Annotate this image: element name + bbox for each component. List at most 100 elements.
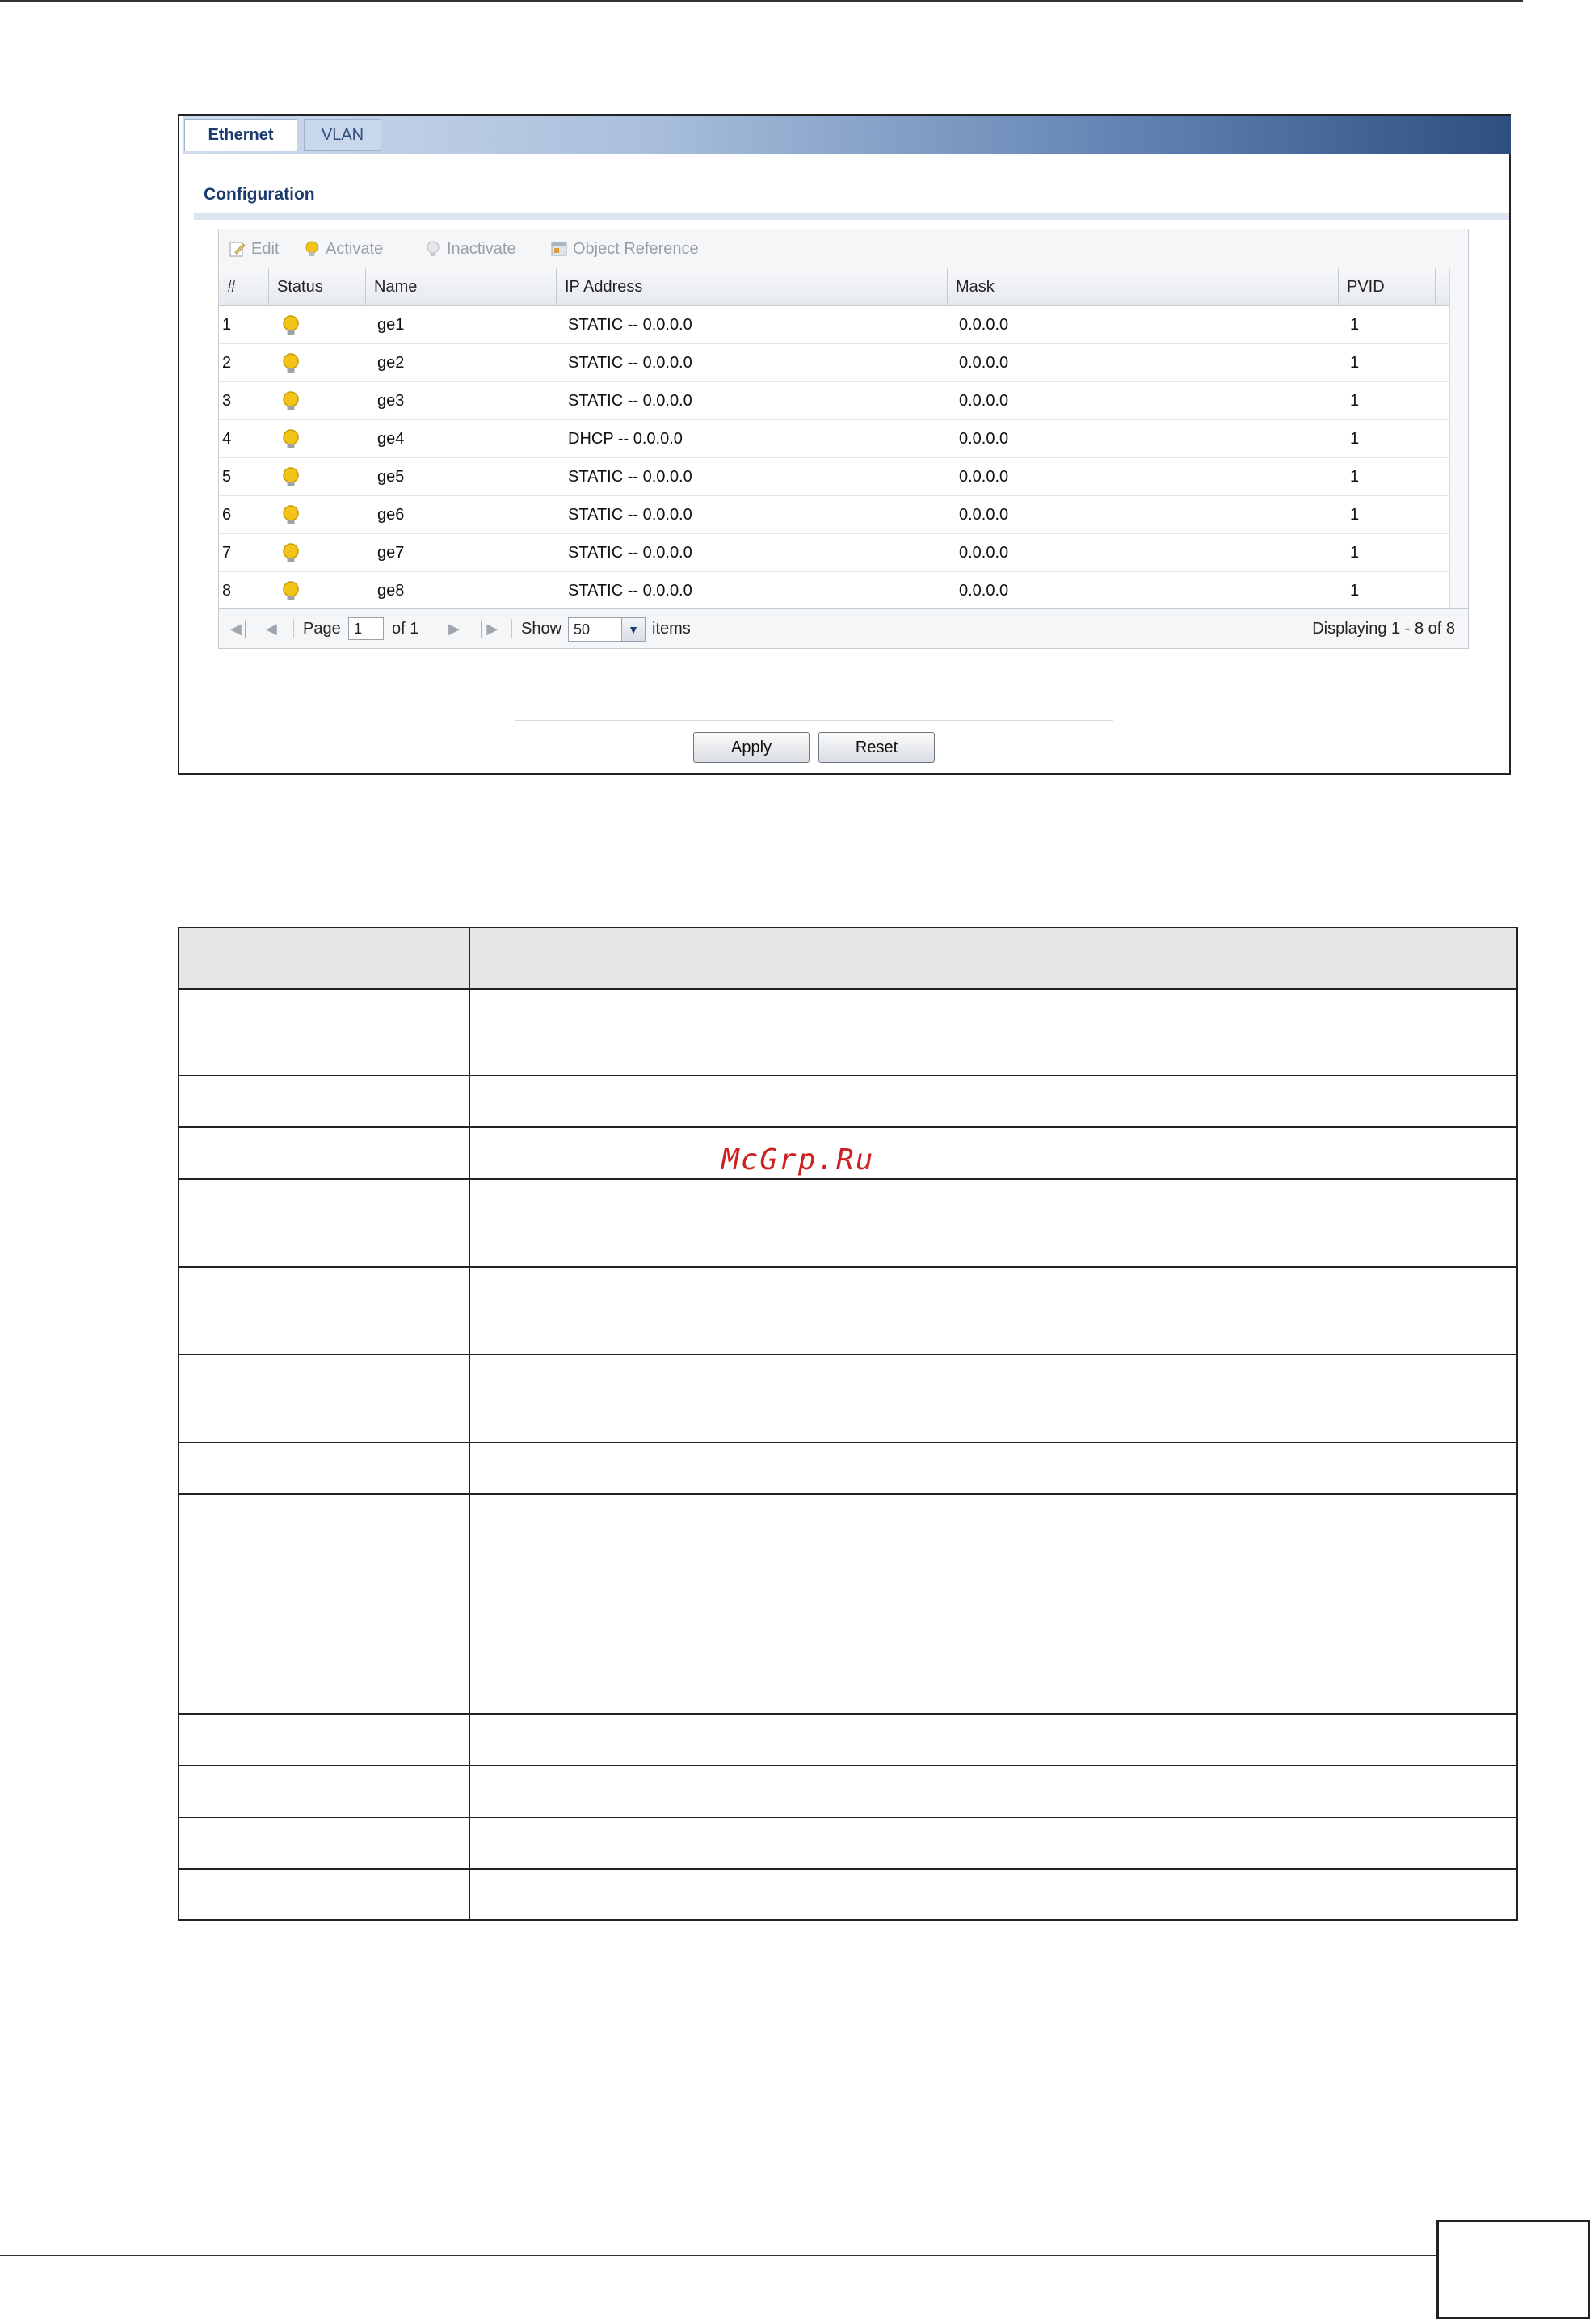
column-header-name[interactable]: Name: [366, 268, 557, 305]
status-lightbulb-icon: [283, 467, 299, 486]
status-lightbulb-icon: [283, 391, 299, 410]
row-pvid: 1: [1350, 544, 1360, 562]
pager-separator: [511, 619, 512, 638]
row-name: ge4: [377, 430, 405, 448]
column-header-ip-address[interactable]: IP Address: [557, 268, 948, 305]
row-number: 6: [222, 506, 232, 524]
page-top-rule: [0, 0, 1523, 2]
page-bottom-rule: [0, 2255, 1436, 2256]
row-divider: [179, 1868, 1516, 1870]
row-mask: 0.0.0.0: [959, 354, 1009, 372]
lightbulb-off-icon: [427, 241, 440, 256]
column-header-mask[interactable]: Mask: [948, 268, 1339, 305]
status-lightbulb-icon: [283, 505, 299, 524]
table-row[interactable]: 7 ge7 STATIC -- 0.0.0.0 0.0.0.0 1: [219, 534, 1450, 572]
page-label: Page: [303, 620, 341, 638]
status-lightbulb-icon: [283, 353, 299, 373]
inactivate-button[interactable]: Inactivate: [424, 229, 516, 268]
row-divider: [179, 1765, 1516, 1766]
chevron-down-icon[interactable]: ▼: [621, 618, 645, 641]
grid-rows: 1 ge1 STATIC -- 0.0.0.0 0.0.0.0 1 2 ge2 …: [219, 306, 1450, 610]
row-ip-address: STATIC -- 0.0.0.0: [568, 468, 692, 486]
table-row[interactable]: 5 ge5 STATIC -- 0.0.0.0 0.0.0.0 1: [219, 458, 1450, 496]
row-mask: 0.0.0.0: [959, 392, 1009, 410]
reset-button[interactable]: Reset: [818, 732, 935, 763]
activate-button[interactable]: Activate: [303, 229, 383, 268]
status-lightbulb-icon: [283, 315, 299, 335]
tab-vlan[interactable]: VLAN: [304, 119, 381, 151]
row-pvid: 1: [1350, 316, 1360, 334]
grid-header: # Status Name IP Address Mask PVID: [219, 268, 1450, 306]
table-row[interactable]: 4 ge4 DHCP -- 0.0.0.0 0.0.0.0 1: [219, 420, 1450, 458]
row-ip-address: STATIC -- 0.0.0.0: [568, 544, 692, 562]
row-pvid: 1: [1350, 354, 1360, 372]
row-mask: 0.0.0.0: [959, 544, 1009, 562]
apply-button[interactable]: Apply: [693, 732, 810, 763]
tab-bar: Ethernet VLAN: [183, 116, 1511, 154]
row-pvid: 1: [1350, 582, 1360, 600]
table-row[interactable]: 3 ge3 STATIC -- 0.0.0.0 0.0.0.0 1: [219, 382, 1450, 420]
previous-page-icon[interactable]: ◀: [266, 609, 277, 648]
row-ip-address: STATIC -- 0.0.0.0: [568, 506, 692, 524]
edit-label: Edit: [251, 240, 280, 258]
next-page-icon[interactable]: ▶: [448, 609, 460, 648]
row-mask: 0.0.0.0: [959, 468, 1009, 486]
row-pvid: 1: [1350, 392, 1360, 410]
row-divider: [179, 1442, 1516, 1443]
table-row[interactable]: 1 ge1 STATIC -- 0.0.0.0 0.0.0.0 1: [219, 306, 1450, 344]
object-reference-button[interactable]: Object Reference: [550, 229, 699, 268]
row-pvid: 1: [1350, 506, 1360, 524]
items-per-page-select[interactable]: 50 ▼: [568, 617, 646, 642]
page-number-input[interactable]: 1: [348, 617, 384, 640]
row-number: 3: [222, 392, 232, 410]
row-number: 4: [222, 430, 232, 448]
status-lightbulb-icon: [283, 543, 299, 562]
ethernet-config-panel: Ethernet VLAN Configuration Edit Activat…: [178, 114, 1511, 775]
interface-grid: Edit Activate Inactivate Object Referenc…: [218, 229, 1469, 649]
inactivate-label: Inactivate: [447, 240, 516, 258]
row-number: 2: [222, 354, 232, 372]
table-row[interactable]: 8 ge8 STATIC -- 0.0.0.0 0.0.0.0 1: [219, 572, 1450, 610]
page-number-box: [1436, 2220, 1590, 2319]
object-reference-icon: [551, 242, 567, 256]
row-number: 8: [222, 582, 232, 600]
row-name: ge2: [377, 354, 405, 372]
last-page-icon[interactable]: │▶: [477, 609, 498, 648]
column-header-number[interactable]: #: [219, 268, 269, 305]
row-number: 1: [222, 316, 232, 334]
table-row[interactable]: 6 ge6 STATIC -- 0.0.0.0 0.0.0.0 1: [219, 496, 1450, 534]
lightbulb-on-icon: [305, 241, 318, 256]
column-header-status[interactable]: Status: [269, 268, 366, 305]
column-header-pvid[interactable]: PVID: [1339, 268, 1436, 305]
grid-pager: ◀│ ◀ Page 1 of 1 ▶ │▶ Show 50 ▼ items Di…: [219, 608, 1468, 648]
section-title: Configuration: [204, 185, 315, 204]
row-name: ge5: [377, 468, 405, 486]
watermark: McGrp.Ru: [721, 1143, 875, 1177]
row-name: ge8: [377, 582, 405, 600]
grid-vertical-scrollbar[interactable]: [1449, 268, 1468, 610]
row-divider: [179, 1075, 1516, 1076]
row-divider: [179, 1713, 1516, 1715]
row-mask: 0.0.0.0: [959, 506, 1009, 524]
displaying-count: Displaying 1 - 8 of 8: [1312, 620, 1455, 638]
first-page-icon[interactable]: ◀│: [230, 609, 250, 648]
table-row[interactable]: 2 ge2 STATIC -- 0.0.0.0 0.0.0.0 1: [219, 344, 1450, 382]
row-mask: 0.0.0.0: [959, 430, 1009, 448]
status-lightbulb-icon: [283, 581, 299, 600]
tab-ethernet[interactable]: Ethernet: [184, 119, 297, 151]
items-per-page-value: 50: [574, 621, 591, 638]
row-name: ge1: [377, 316, 405, 334]
row-divider: [179, 1178, 1516, 1180]
row-ip-address: STATIC -- 0.0.0.0: [568, 354, 692, 372]
row-name: ge7: [377, 544, 405, 562]
row-number: 7: [222, 544, 232, 562]
field-description-table: [178, 927, 1518, 1921]
activate-label: Activate: [326, 240, 384, 258]
edit-icon: [229, 242, 246, 257]
edit-button[interactable]: Edit: [229, 229, 279, 268]
section-divider: [194, 213, 1509, 220]
row-ip-address: DHCP -- 0.0.0.0: [568, 430, 683, 448]
page-count-label: of 1: [392, 620, 419, 638]
row-divider: [179, 1126, 1516, 1128]
row-name: ge3: [377, 392, 405, 410]
